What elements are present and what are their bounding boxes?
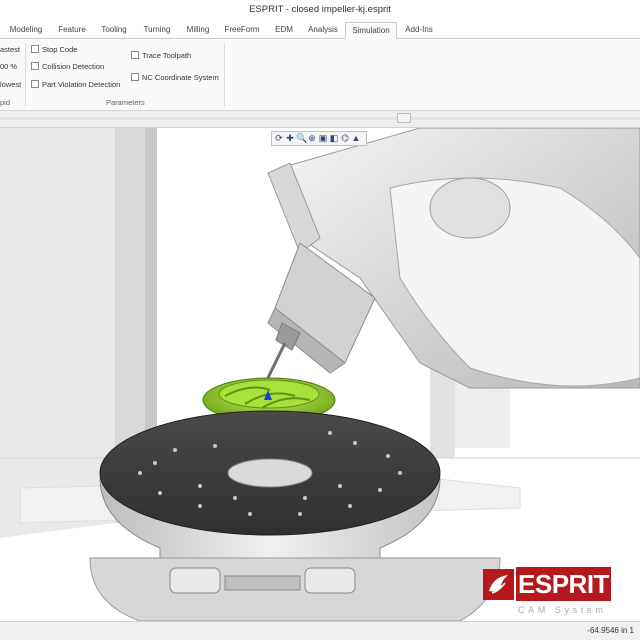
logo-wordmark: ESPRIT (516, 567, 611, 601)
collision-detection-checkbox[interactable] (31, 62, 39, 70)
speed-fastest-label[interactable]: astest (0, 45, 20, 54)
tab-simulation[interactable]: Simulation (345, 22, 397, 39)
group-separator (25, 43, 26, 107)
stop-code-label[interactable]: Stop Code (42, 45, 77, 54)
speed-slowest-label[interactable]: lowest (0, 80, 21, 89)
tab-analysis[interactable]: Analysis (305, 22, 341, 39)
logo-subtitle: CAM System (518, 605, 607, 615)
nc-coordinate-system-label[interactable]: NC Coordinate System (142, 73, 219, 82)
table-center (227, 458, 313, 488)
simulation-viewport[interactable]: ⟳ ✚ 🔍 ⊕ ▣ ◧ ⌬ ▲ ESPRIT CAM System (0, 128, 640, 621)
arm-joint (429, 177, 511, 239)
part-violation-checkbox[interactable] (31, 80, 39, 88)
coordinate-readout: -64.9546 in 1 (587, 626, 634, 635)
shade-icon[interactable]: ◧ (329, 133, 339, 144)
trace-toolpath-label[interactable]: Trace Toolpath (142, 51, 191, 60)
stop-code-checkbox[interactable] (31, 45, 39, 53)
rotate-icon[interactable]: ⟳ (274, 133, 284, 144)
pan-icon[interactable]: ✚ (285, 133, 295, 144)
trace-toolpath-checkbox[interactable] (131, 51, 139, 59)
enclosure-left-wall (0, 128, 115, 538)
tab-turning[interactable]: Turning (140, 22, 174, 39)
view-toolbar: ⟳ ✚ 🔍 ⊕ ▣ ◧ ⌬ ▲ (271, 131, 367, 146)
ribbon-tab-bar: Modeling Feature Tooling Turning Milling… (0, 19, 640, 39)
esprit-logo: ESPRIT CAM System (483, 567, 611, 619)
tab-modeling[interactable]: Modeling (6, 22, 46, 39)
status-bar: -64.9546 in 1 (0, 621, 640, 640)
parameters-group-label: Parameters (106, 98, 145, 107)
view-cube-icon[interactable]: ▣ (318, 133, 328, 144)
nc-coordinate-system-checkbox[interactable] (131, 73, 139, 81)
window-title-bar: ESPRIT - closed impeller-kj.esprit (0, 0, 640, 19)
zoom-window-icon[interactable]: ⊕ (307, 133, 317, 144)
tab-freeform[interactable]: FreeForm (223, 22, 261, 39)
tab-edm[interactable]: EDM (271, 22, 297, 39)
group-separator (224, 43, 225, 107)
part-violation-label[interactable]: Part Violation Detection (42, 80, 120, 89)
ribbon-collapse-strip (0, 111, 640, 128)
collision-detection-label[interactable]: Collision Detection (42, 62, 104, 71)
splitter-grip[interactable] (397, 113, 411, 123)
wireframe-icon[interactable]: ⌬ (340, 133, 350, 144)
render-icon[interactable]: ▲ (351, 133, 361, 144)
ribbon-panel: astest 00 % lowest pid Stop Code Collisi… (0, 39, 640, 111)
strip-bar (0, 117, 640, 120)
tab-feature[interactable]: Feature (55, 22, 89, 39)
tab-milling[interactable]: Milling (183, 22, 213, 39)
tab-add-ins[interactable]: Add-Ins (402, 22, 436, 39)
window-title: ESPRIT - closed impeller-kj.esprit (249, 4, 391, 15)
machine-scene (0, 128, 640, 621)
speed-group-label: pid (0, 98, 11, 107)
tab-tooling[interactable]: Tooling (98, 22, 130, 39)
logo-emblem (483, 569, 514, 600)
zoom-icon[interactable]: 🔍 (296, 133, 307, 144)
speed-percent-label[interactable]: 00 % (0, 62, 17, 71)
